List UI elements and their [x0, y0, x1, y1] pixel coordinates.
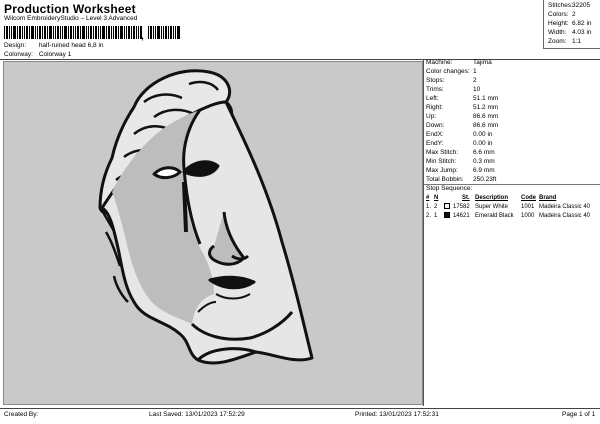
page-number: Page 1 of 1 [562, 411, 596, 418]
stop-row-st: 17582 [453, 204, 470, 210]
info-value: 51.2 mm [473, 104, 499, 111]
barcode-separator: , [141, 31, 144, 42]
trims-row: Trims: 10 [426, 86, 481, 94]
info-value: 6.6 mm [473, 149, 495, 156]
vertical-divider [423, 60, 424, 406]
info-label: Min Stitch: [426, 158, 457, 165]
stop-row-description: Emerald Black [475, 213, 514, 219]
software-subtitle: Wilcom EmbroideryStudio – Level 3 Advanc… [4, 15, 138, 22]
stop-row-num: 1. [426, 204, 432, 210]
info-value: 86.6 mm [473, 113, 499, 120]
down-row: Down: 86.6 mm [426, 122, 499, 130]
machine-row: Machine: Tajima [426, 59, 492, 67]
info-value: 86.6 mm [473, 122, 499, 129]
stats-box: Stitches:32205 Colors: 2 Height: 6.82 in W… [543, 0, 600, 49]
height-value: 6.82 in [572, 20, 592, 27]
info-value: 2 [473, 77, 477, 84]
info-label: EndY: [426, 140, 444, 147]
info-value: 10 [473, 86, 481, 93]
stop-row-num: 2. [426, 213, 432, 219]
height-label: Height: [548, 20, 569, 27]
stop-row-n: 2 [434, 204, 438, 210]
info-label: Trims: [426, 86, 444, 93]
info-label: Max Stitch: [426, 149, 459, 156]
width-row: Width: 4.03 in [548, 29, 592, 37]
stop-row-st: 14621 [453, 213, 470, 219]
info-label: Stops: [426, 77, 445, 84]
col-header-description: Description [475, 195, 509, 201]
colors-row: Colors: 2 [548, 11, 576, 19]
info-value: 0.00 in [473, 140, 493, 147]
stitches-row: Stitches:32205 [548, 2, 591, 10]
color-changes-row: Color changes: 1 [426, 68, 477, 76]
endy-row: EndY: 0.00 in [426, 140, 493, 148]
col-header-brand: Brand [539, 195, 557, 201]
colors-value: 2 [572, 11, 576, 18]
info-value: 6.9 mm [473, 167, 495, 174]
stop-row-code: 1001 [521, 204, 535, 210]
stop-row-n: 1 [434, 213, 438, 219]
design-value: half-ruined head 6,8 in [38, 42, 104, 49]
zoom-row: Zoom: 1:1 [548, 38, 582, 46]
info-value: 1 [473, 68, 477, 75]
stitches-value: 32205 [572, 2, 591, 9]
max-jump-row: Max Jump: 6.9 mm [426, 167, 495, 175]
info-value: 51.1 mm [473, 95, 499, 102]
info-label: Total Bobbin: [426, 176, 464, 183]
design-label: Design: [4, 42, 27, 49]
col-header-num: # [426, 195, 430, 201]
half-ruined-head-design [98, 69, 314, 365]
footer-divider [0, 408, 600, 409]
colorway-value: Colorway 1 [38, 51, 72, 58]
info-label: Up: [426, 113, 437, 120]
colors-label: Colors: [548, 11, 569, 18]
info-label: EndX: [426, 131, 444, 138]
design-row: Design: half-ruined head 6,8 in [4, 42, 104, 50]
info-label: Left: [426, 95, 439, 102]
col-header-n: N [434, 195, 439, 201]
info-label: Right: [426, 104, 443, 111]
printed-date: Printed: 13/01/2023 17:52:31 [355, 411, 439, 418]
info-label: Down: [426, 122, 445, 129]
width-label: Width: [548, 29, 567, 36]
page-title: Production Worksheet [4, 2, 136, 16]
max-stitch-row: Max Stitch: 6.6 mm [426, 149, 495, 157]
design-preview-canvas [3, 61, 423, 405]
info-value: 0.00 in [473, 131, 493, 138]
right-row: Right: 51.2 mm [426, 104, 499, 112]
stop-row-brand: Madeira Classic 40 [539, 204, 591, 210]
info-label: Machine: [426, 59, 453, 66]
created-by: Created By: [4, 411, 39, 418]
endx-row: EndX: 0.00 in [426, 131, 493, 139]
col-header-st: St. [462, 195, 470, 201]
thread-color-swatch [444, 212, 450, 218]
stop-row-code: 1000 [521, 213, 535, 219]
info-value: 250.23ft [473, 176, 497, 183]
zoom-value: 1:1 [572, 38, 582, 45]
colorway-row: Colorway: Colorway 1 [4, 51, 72, 59]
header-divider [0, 59, 600, 60]
width-value: 4.03 in [572, 29, 592, 36]
stop-row-brand: Madeira Classic 40 [539, 213, 591, 219]
stitches-label: Stitches: [548, 2, 573, 9]
barcode [4, 26, 180, 39]
left-row: Left: 51.1 mm [426, 95, 499, 103]
height-row: Height: 6.82 in [548, 20, 592, 28]
zoom-label: Zoom: [548, 38, 567, 45]
stop-row-description: Super White [475, 204, 509, 210]
min-stitch-row: Min Stitch: 0.3 mm [426, 158, 495, 166]
info-value: 0.3 mm [473, 158, 495, 165]
up-row: Up: 86.6 mm [426, 113, 499, 121]
info-value: Tajima [473, 59, 492, 66]
last-saved: Last Saved: 13/01/2023 17:52:29 [149, 411, 245, 418]
info-label: Color changes: [426, 68, 470, 75]
stop-sequence-title: Stop Sequence: [426, 185, 473, 192]
info-label: Max Jump: [426, 167, 458, 174]
stops-row: Stops: 2 [426, 77, 477, 85]
col-header-code: Code [521, 195, 536, 201]
total-bobbin-row: Total Bobbin: 250.23ft [426, 176, 497, 184]
thread-color-swatch [444, 203, 450, 209]
colorway-label: Colorway: [4, 51, 33, 58]
